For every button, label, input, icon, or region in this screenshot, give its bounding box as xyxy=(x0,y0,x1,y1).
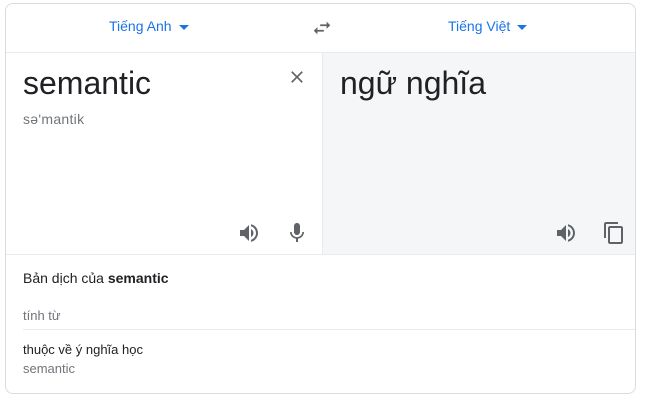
language-bar: Tiếng Anh Tiếng Việt xyxy=(6,4,635,53)
translate-card: Tiếng Anh Tiếng Việt semantic sə'mantik … xyxy=(5,3,636,394)
dictionary-meaning[interactable]: thuộc về ý nghĩa học xyxy=(23,342,143,357)
divider xyxy=(23,329,635,330)
dictionary-title-word: semantic xyxy=(107,270,169,286)
part-of-speech: tính từ xyxy=(23,308,61,323)
microphone-icon[interactable] xyxy=(285,221,309,245)
speaker-icon[interactable] xyxy=(554,221,578,245)
dictionary-title-prefix: Bản dịch của xyxy=(23,270,108,286)
source-language-label: Tiếng Anh xyxy=(109,18,172,34)
dictionary-source-word: semantic xyxy=(23,361,76,376)
copy-icon[interactable] xyxy=(602,221,626,245)
target-language-label: Tiếng Việt xyxy=(448,18,511,34)
source-language-selector[interactable]: Tiếng Anh xyxy=(109,18,189,34)
dictionary-title: Bản dịch của semantic xyxy=(23,270,169,286)
target-pane: ngữ nghĩa xyxy=(322,53,635,255)
caret-down-icon xyxy=(178,24,189,30)
translation-output: ngữ nghĩa xyxy=(340,65,486,101)
swap-icon[interactable] xyxy=(310,17,334,39)
source-text-input[interactable]: semantic xyxy=(23,65,151,102)
speaker-icon[interactable] xyxy=(237,221,261,245)
source-pane: semantic sə'mantik xyxy=(6,53,322,255)
caret-down-icon xyxy=(517,24,528,30)
source-phonetic: sə'mantik xyxy=(23,111,85,127)
close-icon[interactable] xyxy=(287,67,307,87)
target-language-selector[interactable]: Tiếng Việt xyxy=(448,18,528,34)
